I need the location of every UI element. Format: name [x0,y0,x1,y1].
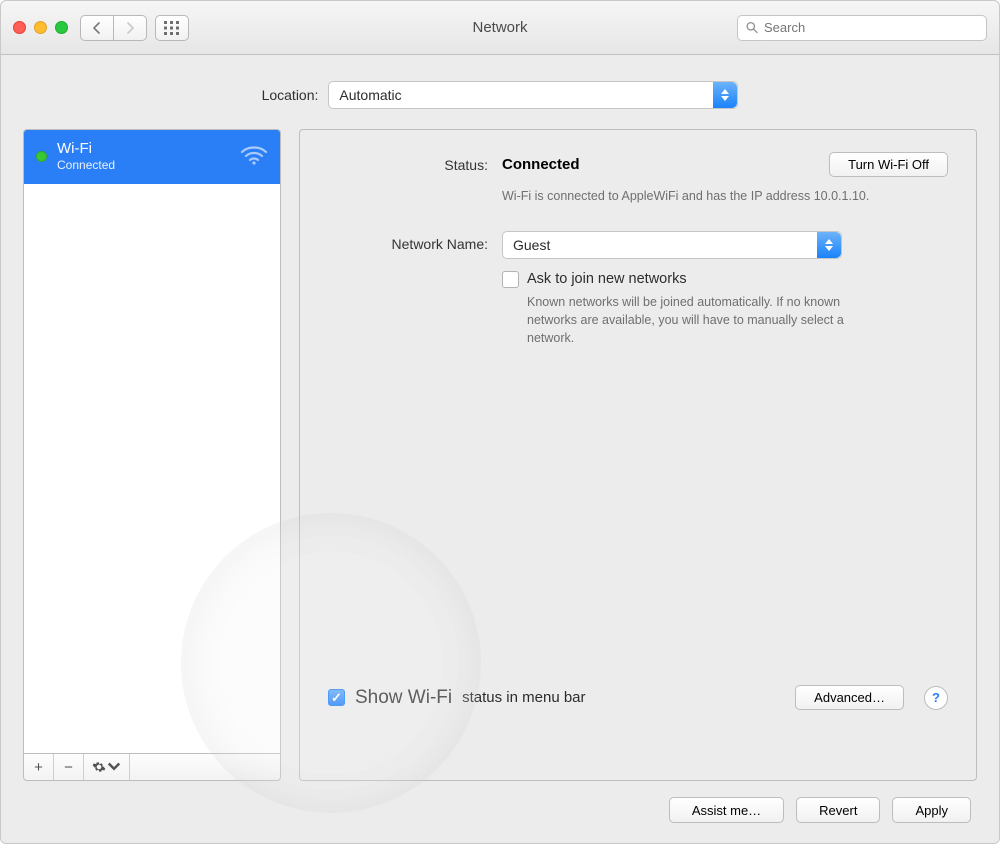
interface-list-footer: + − [23,754,281,781]
show-status-text-large: Show Wi-Fi [355,687,452,709]
location-value: Automatic [339,87,401,103]
zoom-window-button[interactable] [55,21,68,34]
window-controls [13,21,68,34]
status-dot-icon [36,151,47,162]
gear-icon [92,760,106,774]
advanced-button[interactable]: Advanced… [795,685,904,710]
preferences-window: Network Location: Automatic Wi-Fi Connec… [0,0,1000,844]
ask-join-label: Ask to join new networks [527,271,887,287]
location-row: Location: Automatic [1,55,999,129]
interface-list: Wi-Fi Connected [23,129,281,754]
close-window-button[interactable] [13,21,26,34]
detail-panel: Status: Connected Turn Wi-Fi Off Wi-Fi i… [299,129,977,781]
chevron-updown-icon [713,82,737,108]
search-input[interactable] [764,20,978,35]
search-icon [746,21,758,34]
wifi-icon [240,144,268,169]
network-name-label: Network Name: [328,231,488,252]
titlebar: Network [1,1,999,55]
add-interface-button[interactable]: + [24,754,54,780]
nav-buttons [80,15,147,41]
ask-join-row: Ask to join new networks Known networks … [502,271,948,347]
search-field[interactable] [737,15,987,41]
network-name-value: Guest [513,237,550,253]
minimize-window-button[interactable] [34,21,47,34]
ask-join-checkbox[interactable] [502,271,519,288]
interface-item-text: Wi-Fi Connected [57,140,115,172]
show-status-checkbox[interactable] [328,689,345,706]
status-description: Wi-Fi is connected to AppleWiFi and has … [502,187,882,205]
location-label: Location: [262,87,319,103]
status-value: Connected [502,156,580,173]
chevron-updown-icon [817,232,841,258]
toggle-wifi-button[interactable]: Turn Wi-Fi Off [829,152,948,177]
apply-button[interactable]: Apply [892,797,971,823]
remove-interface-button[interactable]: − [54,754,84,780]
network-name-row: Network Name: Guest Ask to join new netw… [328,231,948,347]
show-status-row: Show Wi-Fi status in menu bar Advanced… … [328,685,948,710]
show-all-button[interactable] [155,15,189,41]
interface-sidebar: Wi-Fi Connected + − [23,129,281,781]
bottom-buttons: Assist me… Revert Apply [1,781,999,843]
chevron-down-icon [107,760,121,774]
location-dropdown[interactable]: Automatic [328,81,738,109]
interface-actions-button[interactable] [84,754,130,780]
ask-join-description: Known networks will be joined automatica… [527,293,887,347]
status-row: Status: Connected Turn Wi-Fi Off [328,152,948,177]
forward-button[interactable] [113,15,147,41]
help-button[interactable]: ? [924,686,948,710]
network-name-dropdown[interactable]: Guest [502,231,842,259]
content: Wi-Fi Connected + − Status: [1,129,999,781]
interface-item-wifi[interactable]: Wi-Fi Connected [24,130,280,184]
show-status-text: status in menu bar [462,689,585,706]
interface-status: Connected [57,158,115,172]
revert-button[interactable]: Revert [796,797,880,823]
assist-button[interactable]: Assist me… [669,797,784,823]
status-label: Status: [328,152,488,173]
back-button[interactable] [80,15,114,41]
interface-name: Wi-Fi [57,140,115,158]
